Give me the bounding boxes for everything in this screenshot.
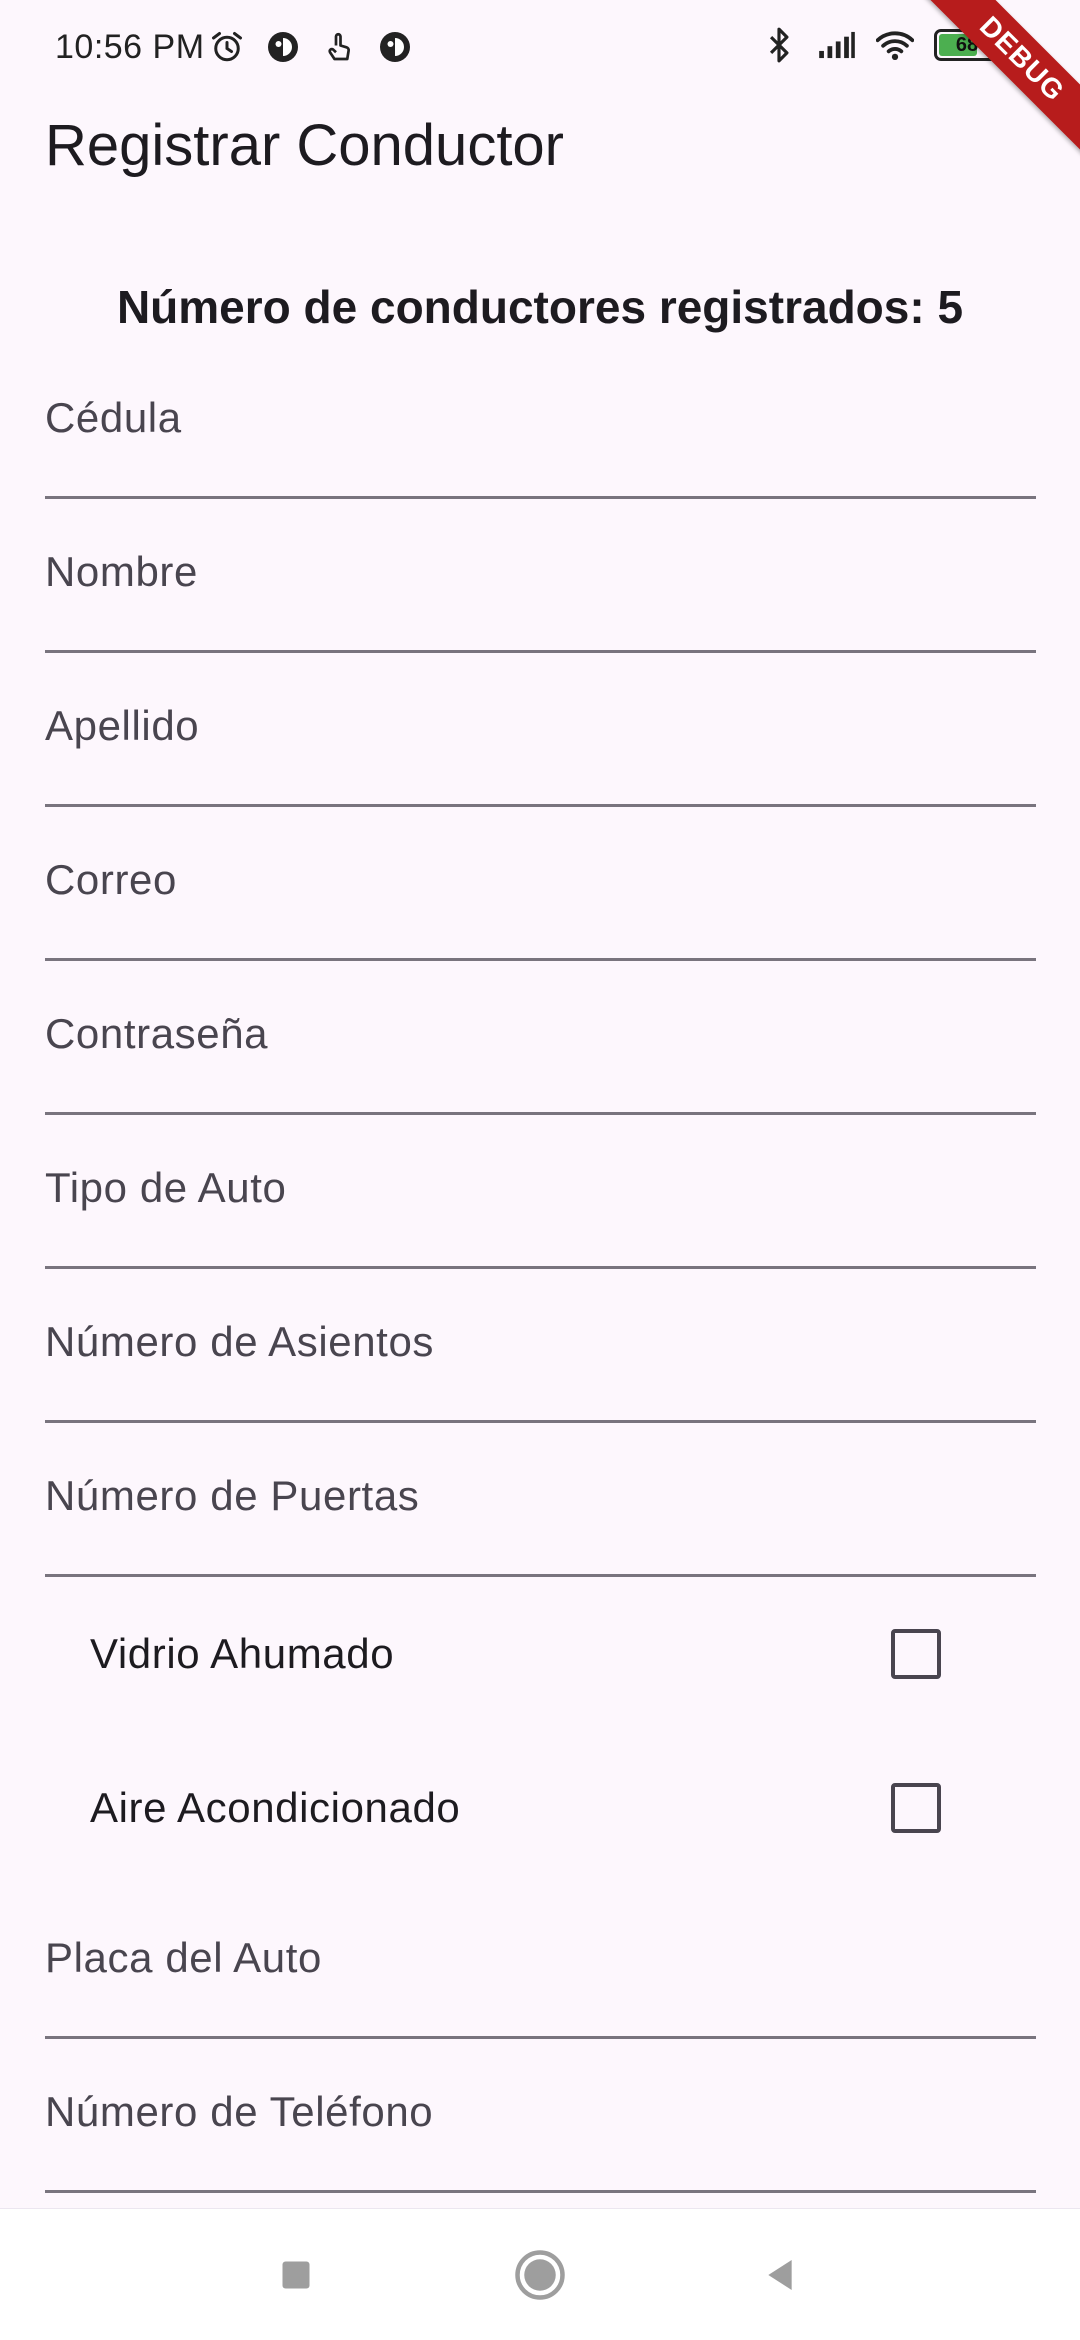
wifi-icon — [876, 26, 914, 64]
home-button[interactable] — [480, 2209, 600, 2340]
apellido-field[interactable] — [45, 653, 1036, 807]
num-puertas-field[interactable] — [45, 1423, 1036, 1577]
num-puertas-field-container — [45, 1423, 1036, 1577]
apellido-field-container — [45, 653, 1036, 807]
vidrio-ahumado-label: Vidrio Ahumado — [90, 1630, 395, 1677]
app-notification-icon — [264, 28, 302, 66]
correo-field[interactable] — [45, 807, 1036, 961]
nombre-field[interactable] — [45, 499, 1036, 653]
home-icon — [515, 2250, 565, 2300]
screen: 10:56 PM 68 DEBUG Registrar Conductor Nú… — [0, 0, 1080, 2340]
tipo-auto-field[interactable] — [45, 1115, 1036, 1269]
cedula-field[interactable] — [45, 345, 1036, 499]
aire-acondicionado-label: Aire Acondicionado — [90, 1784, 461, 1831]
contrasena-field-container — [45, 961, 1036, 1115]
system-nav-bar — [0, 2208, 1080, 2340]
status-bar: 10:56 PM 68 — [0, 0, 1080, 96]
bluetooth-icon — [760, 26, 798, 64]
back-button[interactable] — [720, 2209, 840, 2340]
vidrio-ahumado-tile[interactable]: Vidrio Ahumado — [45, 1577, 1036, 1731]
aire-acondicionado-tile[interactable]: Aire Acondicionado — [45, 1731, 1036, 1885]
telefono-field-container — [45, 2039, 1036, 2193]
status-time: 10:56 PM — [55, 28, 205, 66]
back-icon — [768, 2260, 792, 2290]
placa-auto-field[interactable] — [45, 1885, 1036, 2039]
signal-icon — [818, 26, 856, 64]
registered-drivers-count: Número de conductores registrados: 5 — [116, 281, 964, 333]
recent-apps-button[interactable] — [236, 2209, 356, 2340]
num-asientos-field-container — [45, 1269, 1036, 1423]
nombre-field-container — [45, 499, 1036, 653]
touch-icon — [320, 28, 358, 66]
status-icons-left — [208, 28, 414, 66]
telefono-field[interactable] — [45, 2039, 1036, 2193]
contrasena-field[interactable] — [45, 961, 1036, 1115]
page-title: Registrar Conductor — [45, 113, 564, 178]
recent-apps-icon — [282, 2261, 310, 2289]
placa-auto-field-container — [45, 1885, 1036, 2039]
num-asientos-field[interactable] — [45, 1269, 1036, 1423]
correo-field-container — [45, 807, 1036, 961]
vidrio-ahumado-checkbox[interactable] — [891, 1629, 941, 1679]
cedula-field-container — [45, 345, 1036, 499]
alarm-icon — [208, 28, 246, 66]
tipo-auto-field-container — [45, 1115, 1036, 1269]
aire-acondicionado-checkbox[interactable] — [891, 1783, 941, 1833]
app-notification-icon — [376, 28, 414, 66]
